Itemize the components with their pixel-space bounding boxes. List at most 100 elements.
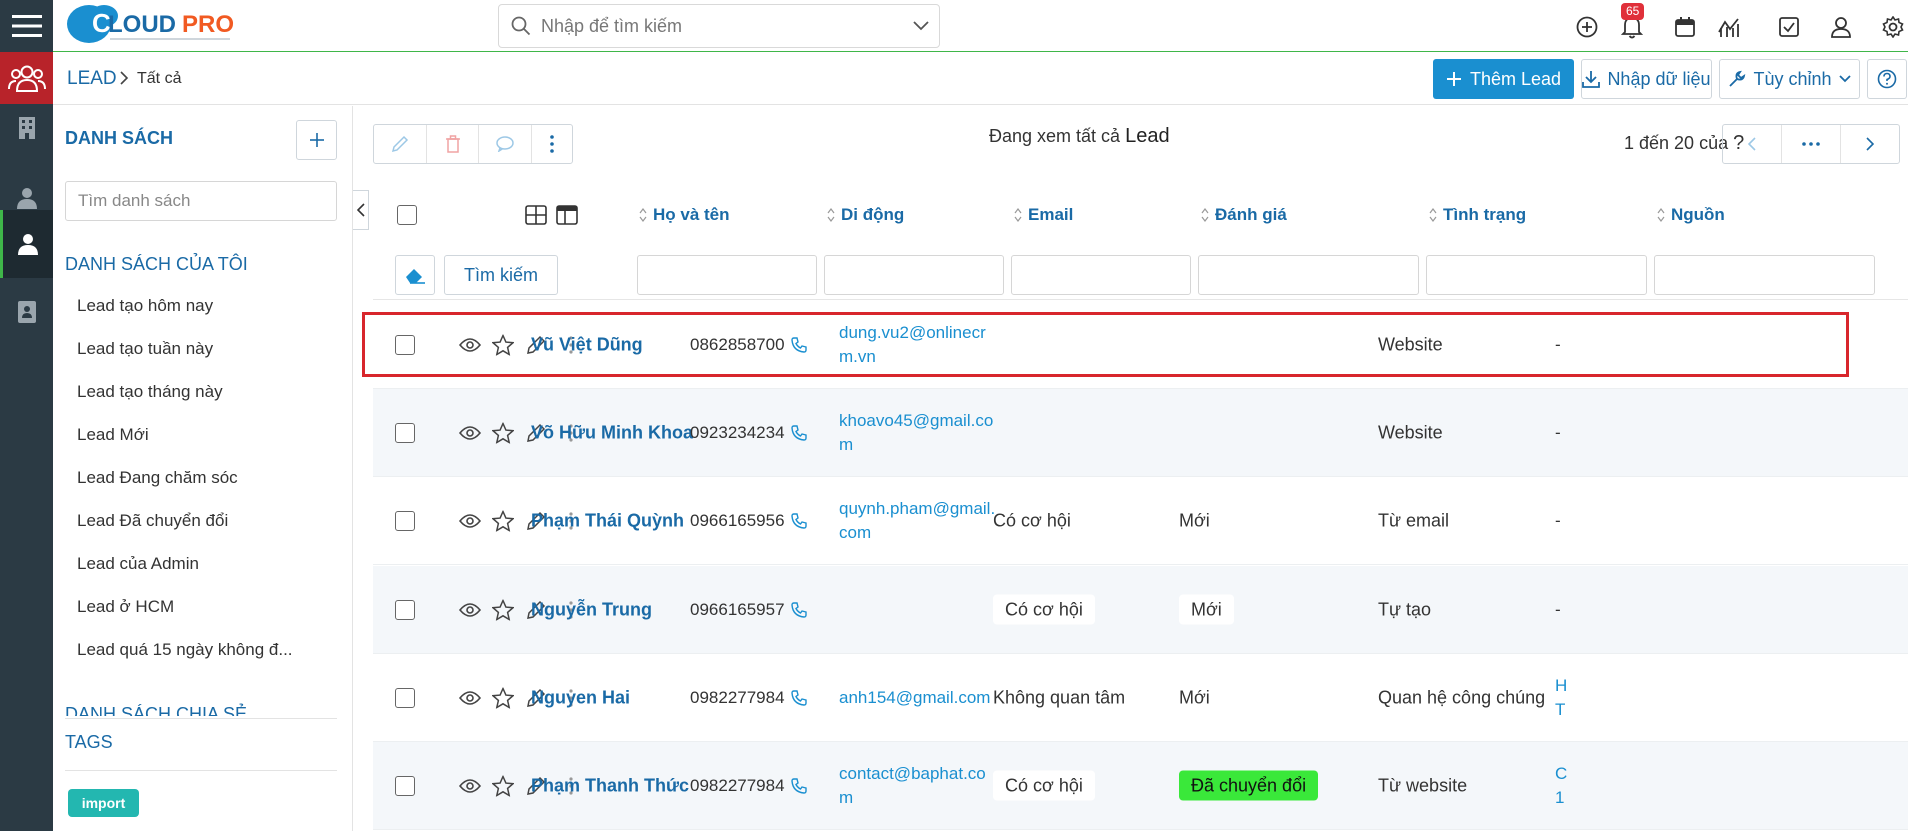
lead-name-link[interactable]: Phạm Thanh Thức (531, 775, 689, 796)
list-item[interactable]: Lead tạo hôm nay (77, 296, 213, 316)
plus-circle-icon[interactable] (1572, 12, 1602, 42)
page-jump-button[interactable] (1782, 125, 1841, 163)
gear-icon[interactable] (1878, 12, 1908, 42)
eye-icon[interactable] (459, 602, 481, 618)
list-item[interactable]: Lead tạo tuần này (77, 339, 213, 359)
email-link[interactable]: anh154@gmail.com (839, 686, 999, 710)
list-item[interactable]: Lead Mới (77, 425, 149, 445)
list-item[interactable]: Lead quá 15 ngày không đ... (77, 640, 293, 660)
list-item[interactable]: Lead tạo tháng này (77, 382, 223, 402)
eye-icon[interactable] (459, 337, 481, 353)
phone-icon[interactable] (790, 689, 807, 706)
global-search[interactable] (498, 4, 940, 48)
column-header-status[interactable]: Tình trạng (1429, 205, 1526, 225)
email-link[interactable]: khoavo45@gmail.co m (839, 409, 999, 457)
filter-mobile-input[interactable] (824, 255, 1004, 295)
search-input[interactable] (531, 6, 913, 46)
collapse-sidebar-button[interactable] (353, 190, 369, 230)
filter-source-input[interactable] (1654, 255, 1875, 295)
table-row[interactable]: Võ Hữu Minh Khoa 0923234234 khoavo45@gmail… (373, 389, 1908, 477)
lead-name-link[interactable]: Phạm Thái Quỳnh (531, 510, 684, 531)
customize-button[interactable]: Tùy chỉnh (1719, 59, 1860, 99)
phone-icon[interactable] (790, 777, 807, 794)
team-icon[interactable] (0, 52, 53, 104)
tag-chip[interactable]: import (68, 789, 139, 817)
email-link[interactable]: contact@baphat.co m (839, 762, 999, 810)
phone-icon[interactable] (790, 601, 807, 618)
phone-cell[interactable]: 0862858700 (690, 335, 807, 355)
add-lead-button[interactable]: Thêm Lead (1433, 59, 1574, 99)
grid-view-icon[interactable] (525, 205, 547, 225)
email-link[interactable]: dung.vu2@onlinecr m.vn (839, 321, 999, 369)
delete-button[interactable] (427, 125, 480, 163)
column-layout-icon[interactable] (556, 205, 578, 225)
column-header-name[interactable]: Họ và tên (639, 205, 730, 225)
chart-icon[interactable] (1714, 12, 1744, 42)
table-row[interactable]: Nguyen Hai 0982277984 anh154@gmail.com Khôn… (373, 654, 1908, 742)
eye-icon[interactable] (459, 778, 481, 794)
help-button[interactable] (1867, 59, 1907, 99)
phone-icon[interactable] (790, 512, 807, 529)
star-icon[interactable] (492, 334, 514, 355)
lead-name-link[interactable]: Nguyen Hai (531, 687, 630, 708)
building-icon[interactable] (0, 108, 53, 148)
column-header-rating[interactable]: Đánh giá (1201, 205, 1287, 225)
table-row[interactable]: Nguyễn Trung 0966165957 Có cơ hội Mới Tự tạo… (373, 566, 1908, 654)
import-button[interactable]: Nhập dữ liệu (1581, 59, 1712, 99)
eye-icon[interactable] (459, 690, 481, 706)
eye-icon[interactable] (459, 513, 481, 529)
list-item[interactable]: Lead Đang chăm sóc (77, 468, 238, 488)
list-item[interactable]: Lead ở HCM (77, 597, 174, 617)
chevron-down-icon[interactable] (913, 21, 929, 31)
clear-filter-button[interactable] (395, 255, 435, 295)
eye-icon[interactable] (459, 425, 481, 441)
prev-page-button[interactable] (1723, 125, 1782, 163)
phone-cell[interactable]: 0923234234 (690, 423, 807, 443)
phone-icon[interactable] (790, 336, 807, 353)
select-all-checkbox[interactable] (397, 205, 417, 225)
star-icon[interactable] (492, 510, 514, 531)
filter-status-input[interactable] (1426, 255, 1647, 295)
star-icon[interactable] (492, 775, 514, 796)
row-checkbox[interactable] (395, 510, 415, 531)
filter-rating-input[interactable] (1198, 255, 1419, 295)
phone-cell[interactable]: 0982277984 (690, 688, 807, 708)
next-page-button[interactable] (1841, 125, 1899, 163)
filter-email-input[interactable] (1011, 255, 1191, 295)
phone-cell[interactable]: 0966165957 (690, 600, 807, 620)
lead-name-link[interactable]: Võ Hữu Minh Khoa (531, 422, 693, 443)
calendar-icon[interactable] (1670, 12, 1700, 42)
menu-icon[interactable] (0, 0, 53, 52)
star-icon[interactable] (492, 422, 514, 443)
checkbox-icon[interactable] (1774, 12, 1804, 42)
row-checkbox[interactable] (395, 775, 415, 796)
row-checkbox[interactable] (395, 422, 415, 443)
document-icon[interactable] (0, 292, 53, 332)
list-item[interactable]: Lead Đã chuyển đổi (77, 511, 228, 531)
table-row[interactable]: Vũ Việt Dũng 0862858700 dung.vu2@onlinecr … (373, 301, 1908, 389)
row-checkbox[interactable] (395, 687, 415, 708)
cloudpro-logo[interactable]: C LOUD PRO (64, 2, 254, 48)
table-row[interactable]: Phạm Thái Quỳnh 0966165956 quynh.pham@gmai… (373, 477, 1908, 565)
column-header-email[interactable]: Email (1014, 205, 1073, 225)
column-header-source[interactable]: Nguồn (1657, 205, 1725, 225)
star-icon[interactable] (492, 599, 514, 620)
edit-button[interactable] (374, 125, 427, 163)
user-icon[interactable] (1826, 12, 1856, 42)
add-list-button[interactable] (296, 120, 337, 160)
breadcrumb-module[interactable]: LEAD (67, 68, 117, 90)
comment-button[interactable] (479, 125, 533, 163)
lead-person-icon[interactable] (0, 210, 53, 278)
phone-cell[interactable]: 0966165956 (690, 511, 807, 531)
phone-icon[interactable] (790, 424, 807, 441)
row-checkbox[interactable] (395, 599, 415, 620)
lead-name-link[interactable]: Nguyễn Trung (531, 599, 652, 620)
search-button[interactable]: Tìm kiếm (444, 255, 558, 295)
row-checkbox[interactable] (395, 334, 415, 355)
table-row[interactable]: Phạm Thanh Thức 0982277984 contact@baphat.… (373, 742, 1908, 830)
star-icon[interactable] (492, 687, 514, 708)
phone-cell[interactable]: 0982277984 (690, 776, 807, 796)
more-actions-button[interactable] (532, 125, 572, 163)
column-header-mobile[interactable]: Di động (827, 205, 904, 225)
list-item[interactable]: Lead của Admin (77, 554, 199, 574)
